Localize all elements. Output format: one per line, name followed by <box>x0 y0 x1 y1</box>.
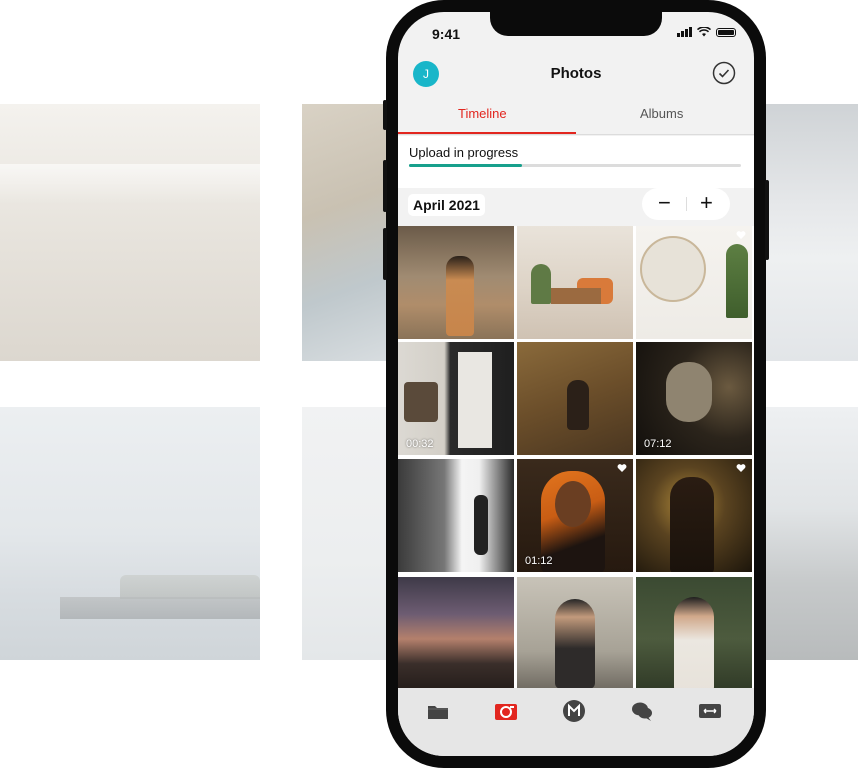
background-photo-rocks <box>766 407 858 660</box>
volume-down-button <box>383 228 387 280</box>
phone-frame: 9:41 J Photos Timeline Albums Upload in … <box>383 0 769 768</box>
photo-plant <box>531 264 551 304</box>
status-time: 9:41 <box>432 26 461 42</box>
power-button <box>765 180 769 260</box>
photo-furniture <box>551 288 601 304</box>
zoom-divider <box>686 197 687 211</box>
volume-up-button <box>383 160 387 212</box>
app-screen: 9:41 J Photos Timeline Albums Upload in … <box>398 12 754 756</box>
zoom-controls: − + <box>642 188 730 220</box>
photo-thumbnail[interactable] <box>398 577 514 701</box>
photo-window <box>666 362 712 422</box>
folder-icon[interactable] <box>425 698 451 724</box>
video-duration: 07:12 <box>644 438 672 450</box>
photo-subject <box>474 495 488 555</box>
tab-albums[interactable]: Albums <box>640 106 683 121</box>
photo-subject <box>640 236 706 302</box>
photo-subject <box>567 380 589 430</box>
photo-thumbnail[interactable] <box>636 459 752 572</box>
video-duration: 00:32 <box>406 438 434 450</box>
background-photo-bridge <box>766 104 858 361</box>
photo-subject <box>446 256 474 336</box>
favorite-heart-icon <box>736 464 746 472</box>
background-photo-coast <box>302 104 392 361</box>
tab-timeline[interactable]: Timeline <box>458 106 507 121</box>
photo-subject <box>555 599 595 689</box>
favorite-heart-icon <box>617 464 627 472</box>
photo-subject <box>670 477 714 572</box>
app-header: J Photos <box>398 58 754 98</box>
zoom-out-button[interactable]: − <box>658 190 671 216</box>
mega-icon[interactable] <box>561 698 587 724</box>
transfer-icon[interactable] <box>697 698 723 724</box>
photo-face <box>555 481 591 527</box>
status-icons <box>677 27 736 37</box>
wifi-icon <box>697 27 711 37</box>
select-check-icon[interactable] <box>712 61 736 85</box>
tab-bar: Timeline Albums <box>398 100 754 135</box>
photo-thumbnail[interactable] <box>398 459 514 572</box>
upload-progress-bar <box>409 164 741 167</box>
photo-door <box>458 352 492 448</box>
active-tab-indicator <box>398 132 576 134</box>
bottom-navigation <box>398 688 754 756</box>
photo-grid: 00:32 07:12 01:12 <box>398 226 754 701</box>
photo-thumbnail[interactable]: 00:32 <box>398 342 514 455</box>
notch <box>490 12 662 36</box>
battery-icon <box>716 27 736 37</box>
page-title: Photos <box>550 65 602 82</box>
photo-thumbnail[interactable] <box>636 577 752 701</box>
background-photo-pier <box>0 407 260 660</box>
photo-thumbnail[interactable] <box>636 226 752 339</box>
upload-progress-fill <box>409 164 522 167</box>
photo-thumbnail[interactable] <box>517 226 633 339</box>
upload-status-label: Upload in progress <box>409 145 519 160</box>
upload-banner: Upload in progress <box>398 136 754 188</box>
background-photo-sea <box>302 407 392 660</box>
date-section-header: April 2021 − + <box>398 188 754 226</box>
photo-thumbnail[interactable] <box>517 342 633 455</box>
signal-icon <box>677 27 692 37</box>
camera-icon[interactable] <box>493 698 519 724</box>
photo-subject <box>404 382 438 422</box>
photo-plant <box>726 244 748 318</box>
background-photo-beach <box>0 104 260 361</box>
photo-thumbnail[interactable] <box>398 226 514 339</box>
section-date-label: April 2021 <box>408 194 485 216</box>
photo-subject <box>674 597 714 693</box>
chat-icon[interactable] <box>629 698 655 724</box>
mute-switch <box>383 100 387 130</box>
photo-thumbnail[interactable]: 07:12 <box>636 342 752 455</box>
video-duration: 01:12 <box>525 555 553 567</box>
photo-thumbnail[interactable] <box>517 577 633 701</box>
zoom-in-button[interactable]: + <box>700 190 713 216</box>
photo-thumbnail[interactable]: 01:12 <box>517 459 633 572</box>
favorite-heart-icon <box>736 231 746 239</box>
